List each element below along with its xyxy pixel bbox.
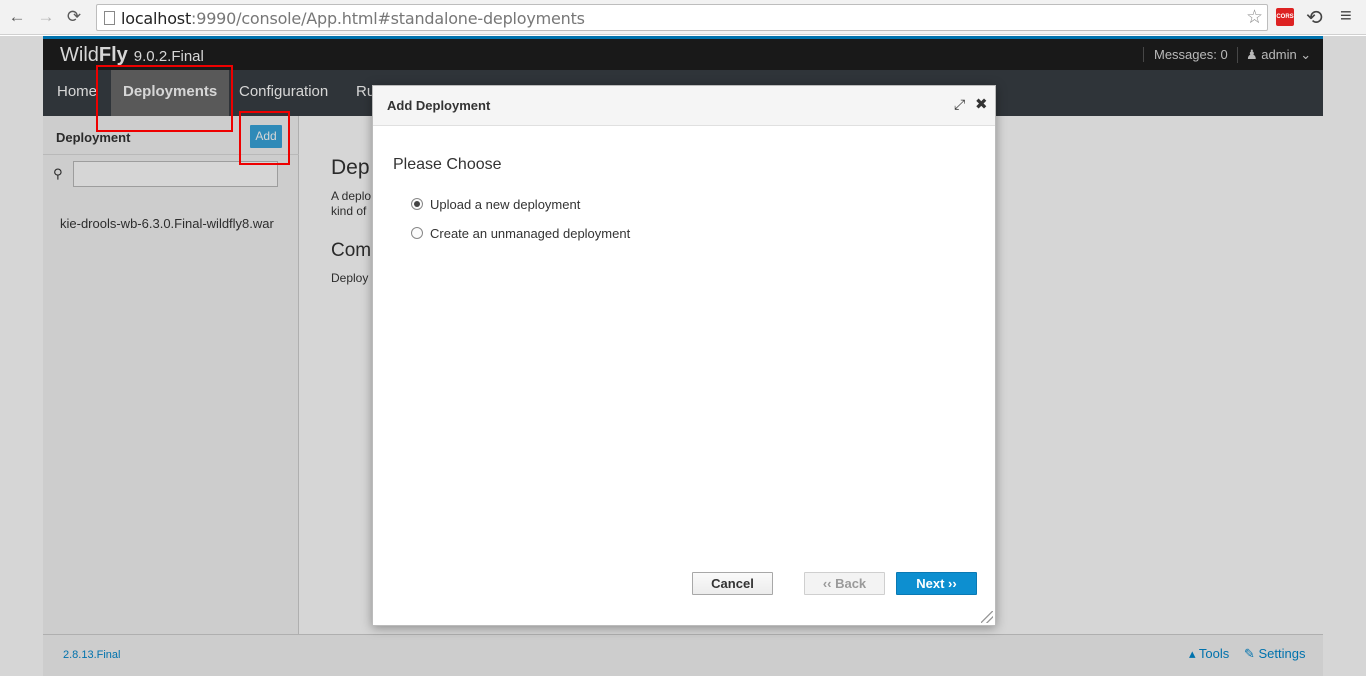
- next-button[interactable]: Next ››: [896, 572, 977, 595]
- highlight-add-button: [239, 111, 290, 165]
- browser-toolbar: ← → ⟳ localhost:9990/console/App.html#st…: [0, 0, 1366, 35]
- back-button[interactable]: ‹‹ Back: [804, 572, 885, 595]
- dialog-header: Add Deployment ⤢ ✖: [373, 86, 995, 126]
- add-deployment-dialog: Add Deployment ⤢ ✖ Please Choose Upload …: [372, 85, 996, 626]
- url-text: localhost:9990/console/App.html#standalo…: [121, 9, 585, 28]
- radio-upload-new[interactable]: [411, 198, 423, 210]
- back-icon[interactable]: ←: [6, 6, 28, 28]
- radio-label: Create an unmanaged deployment: [430, 226, 631, 241]
- bookmark-star-icon[interactable]: ☆: [1246, 6, 1263, 29]
- close-icon[interactable]: ✖: [975, 95, 988, 113]
- address-bar[interactable]: localhost:9990/console/App.html#standalo…: [96, 4, 1268, 31]
- cors-extension-icon[interactable]: CORS: [1276, 8, 1294, 26]
- refresh-extension-icon[interactable]: ⟲: [1306, 5, 1323, 30]
- dialog-heading: Please Choose: [393, 156, 502, 173]
- browser-menu-icon[interactable]: ≡: [1340, 5, 1352, 28]
- dialog-title: Add Deployment: [387, 98, 491, 113]
- expand-icon[interactable]: ⤢: [954, 96, 965, 113]
- reload-icon[interactable]: ⟳: [63, 6, 85, 28]
- page-icon: [104, 11, 115, 25]
- forward-icon[interactable]: →: [35, 6, 57, 28]
- cancel-button[interactable]: Cancel: [692, 572, 773, 595]
- resize-grip-icon[interactable]: [981, 611, 993, 623]
- highlight-deployments-tab: [96, 65, 233, 132]
- radio-create-unmanaged[interactable]: [411, 227, 423, 239]
- radio-label: Upload a new deployment: [430, 197, 581, 212]
